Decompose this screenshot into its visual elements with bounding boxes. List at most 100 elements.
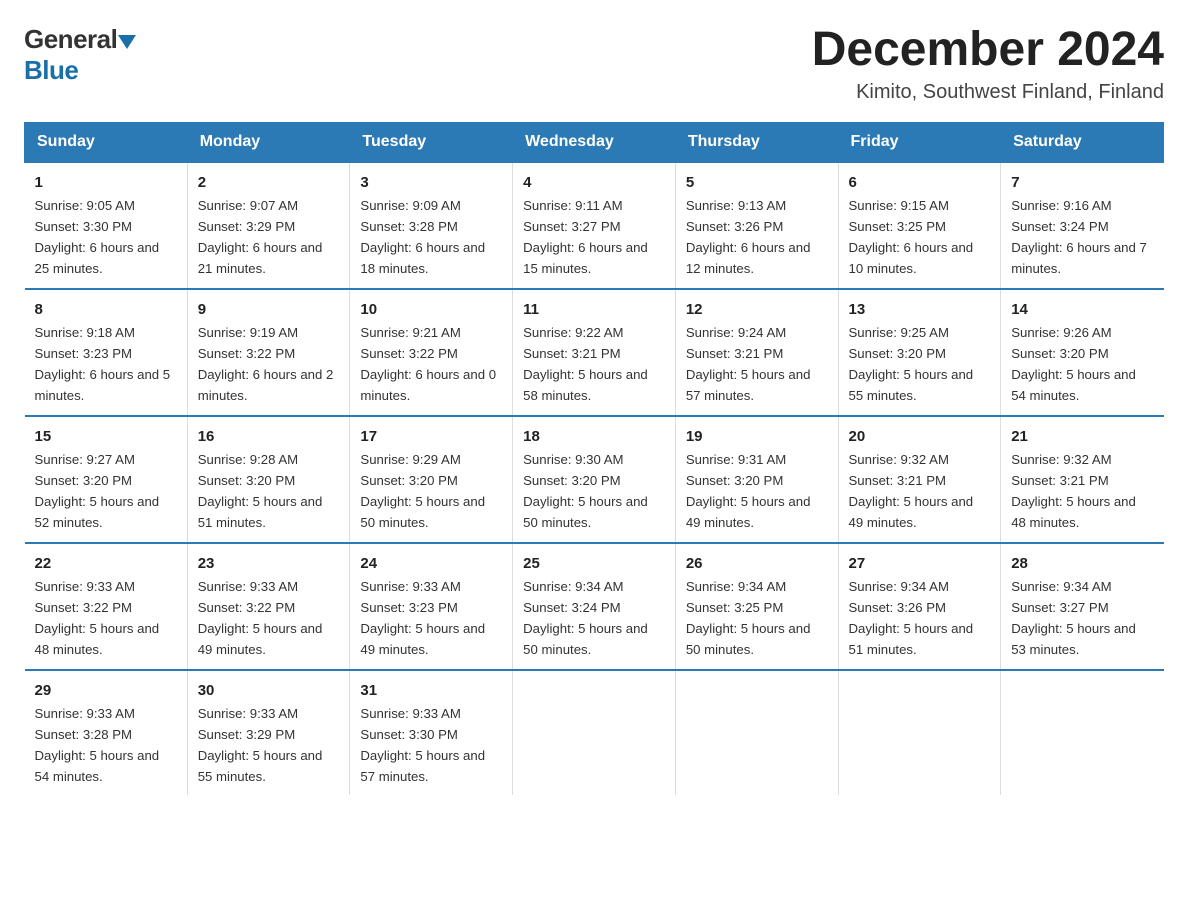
day-info: Sunrise: 9:32 AMSunset: 3:21 PMDaylight:…	[849, 452, 974, 530]
day-info: Sunrise: 9:27 AMSunset: 3:20 PMDaylight:…	[35, 452, 160, 530]
table-row: 10 Sunrise: 9:21 AMSunset: 3:22 PMDaylig…	[350, 289, 513, 416]
day-number: 20	[849, 425, 991, 448]
day-number: 1	[35, 171, 177, 194]
day-info: Sunrise: 9:26 AMSunset: 3:20 PMDaylight:…	[1011, 325, 1136, 403]
calendar-week-row: 8 Sunrise: 9:18 AMSunset: 3:23 PMDayligh…	[25, 289, 1164, 416]
page-header: General Blue December 2024 Kimito, South…	[24, 24, 1164, 104]
table-row: 16 Sunrise: 9:28 AMSunset: 3:20 PMDaylig…	[187, 416, 350, 543]
table-row: 6 Sunrise: 9:15 AMSunset: 3:25 PMDayligh…	[838, 162, 1001, 289]
header-monday: Monday	[187, 122, 350, 162]
day-number: 4	[523, 171, 665, 194]
day-number: 7	[1011, 171, 1153, 194]
day-info: Sunrise: 9:32 AMSunset: 3:21 PMDaylight:…	[1011, 452, 1136, 530]
calendar-week-row: 1 Sunrise: 9:05 AMSunset: 3:30 PMDayligh…	[25, 162, 1164, 289]
table-row: 14 Sunrise: 9:26 AMSunset: 3:20 PMDaylig…	[1001, 289, 1164, 416]
calendar-week-row: 15 Sunrise: 9:27 AMSunset: 3:20 PMDaylig…	[25, 416, 1164, 543]
day-number: 30	[198, 679, 340, 702]
table-row: 28 Sunrise: 9:34 AMSunset: 3:27 PMDaylig…	[1001, 543, 1164, 670]
logo-text-general: General	[24, 24, 117, 55]
day-number: 25	[523, 552, 665, 575]
day-number: 18	[523, 425, 665, 448]
table-row	[675, 670, 838, 796]
table-row: 15 Sunrise: 9:27 AMSunset: 3:20 PMDaylig…	[25, 416, 188, 543]
table-row: 18 Sunrise: 9:30 AMSunset: 3:20 PMDaylig…	[513, 416, 676, 543]
day-info: Sunrise: 9:34 AMSunset: 3:25 PMDaylight:…	[686, 579, 811, 657]
day-info: Sunrise: 9:21 AMSunset: 3:22 PMDaylight:…	[360, 325, 496, 403]
header-saturday: Saturday	[1001, 122, 1164, 162]
table-row	[513, 670, 676, 796]
day-info: Sunrise: 9:25 AMSunset: 3:20 PMDaylight:…	[849, 325, 974, 403]
table-row: 12 Sunrise: 9:24 AMSunset: 3:21 PMDaylig…	[675, 289, 838, 416]
table-row: 27 Sunrise: 9:34 AMSunset: 3:26 PMDaylig…	[838, 543, 1001, 670]
table-row	[838, 670, 1001, 796]
day-info: Sunrise: 9:33 AMSunset: 3:22 PMDaylight:…	[35, 579, 160, 657]
table-row: 13 Sunrise: 9:25 AMSunset: 3:20 PMDaylig…	[838, 289, 1001, 416]
day-info: Sunrise: 9:05 AMSunset: 3:30 PMDaylight:…	[35, 198, 160, 276]
header-wednesday: Wednesday	[513, 122, 676, 162]
page-title: December 2024	[812, 24, 1164, 77]
table-row: 30 Sunrise: 9:33 AMSunset: 3:29 PMDaylig…	[187, 670, 350, 796]
calendar-week-row: 29 Sunrise: 9:33 AMSunset: 3:28 PMDaylig…	[25, 670, 1164, 796]
table-row: 24 Sunrise: 9:33 AMSunset: 3:23 PMDaylig…	[350, 543, 513, 670]
header-tuesday: Tuesday	[350, 122, 513, 162]
day-number: 9	[198, 298, 340, 321]
calendar-week-row: 22 Sunrise: 9:33 AMSunset: 3:22 PMDaylig…	[25, 543, 1164, 670]
table-row: 21 Sunrise: 9:32 AMSunset: 3:21 PMDaylig…	[1001, 416, 1164, 543]
table-row: 22 Sunrise: 9:33 AMSunset: 3:22 PMDaylig…	[25, 543, 188, 670]
day-number: 5	[686, 171, 828, 194]
day-number: 29	[35, 679, 177, 702]
table-row: 1 Sunrise: 9:05 AMSunset: 3:30 PMDayligh…	[25, 162, 188, 289]
calendar-table: Sunday Monday Tuesday Wednesday Thursday…	[24, 122, 1164, 796]
day-info: Sunrise: 9:33 AMSunset: 3:29 PMDaylight:…	[198, 706, 323, 784]
table-row: 2 Sunrise: 9:07 AMSunset: 3:29 PMDayligh…	[187, 162, 350, 289]
day-info: Sunrise: 9:34 AMSunset: 3:27 PMDaylight:…	[1011, 579, 1136, 657]
day-number: 12	[686, 298, 828, 321]
day-info: Sunrise: 9:09 AMSunset: 3:28 PMDaylight:…	[360, 198, 485, 276]
day-number: 28	[1011, 552, 1153, 575]
table-row: 31 Sunrise: 9:33 AMSunset: 3:30 PMDaylig…	[350, 670, 513, 796]
day-info: Sunrise: 9:33 AMSunset: 3:28 PMDaylight:…	[35, 706, 160, 784]
table-row: 3 Sunrise: 9:09 AMSunset: 3:28 PMDayligh…	[350, 162, 513, 289]
day-number: 6	[849, 171, 991, 194]
day-number: 17	[360, 425, 502, 448]
day-info: Sunrise: 9:16 AMSunset: 3:24 PMDaylight:…	[1011, 198, 1147, 276]
table-row: 20 Sunrise: 9:32 AMSunset: 3:21 PMDaylig…	[838, 416, 1001, 543]
table-row: 8 Sunrise: 9:18 AMSunset: 3:23 PMDayligh…	[25, 289, 188, 416]
day-number: 16	[198, 425, 340, 448]
header-thursday: Thursday	[675, 122, 838, 162]
day-number: 3	[360, 171, 502, 194]
day-number: 19	[686, 425, 828, 448]
table-row: 23 Sunrise: 9:33 AMSunset: 3:22 PMDaylig…	[187, 543, 350, 670]
day-number: 27	[849, 552, 991, 575]
day-info: Sunrise: 9:22 AMSunset: 3:21 PMDaylight:…	[523, 325, 648, 403]
day-info: Sunrise: 9:34 AMSunset: 3:24 PMDaylight:…	[523, 579, 648, 657]
day-number: 23	[198, 552, 340, 575]
table-row: 25 Sunrise: 9:34 AMSunset: 3:24 PMDaylig…	[513, 543, 676, 670]
day-number: 2	[198, 171, 340, 194]
day-info: Sunrise: 9:34 AMSunset: 3:26 PMDaylight:…	[849, 579, 974, 657]
header-sunday: Sunday	[25, 122, 188, 162]
day-number: 13	[849, 298, 991, 321]
logo: General Blue	[24, 24, 136, 86]
day-number: 31	[360, 679, 502, 702]
day-info: Sunrise: 9:33 AMSunset: 3:22 PMDaylight:…	[198, 579, 323, 657]
day-info: Sunrise: 9:11 AMSunset: 3:27 PMDaylight:…	[523, 198, 648, 276]
day-info: Sunrise: 9:31 AMSunset: 3:20 PMDaylight:…	[686, 452, 811, 530]
day-number: 10	[360, 298, 502, 321]
title-block: December 2024 Kimito, Southwest Finland,…	[812, 24, 1164, 104]
table-row: 26 Sunrise: 9:34 AMSunset: 3:25 PMDaylig…	[675, 543, 838, 670]
table-row: 5 Sunrise: 9:13 AMSunset: 3:26 PMDayligh…	[675, 162, 838, 289]
day-info: Sunrise: 9:33 AMSunset: 3:23 PMDaylight:…	[360, 579, 485, 657]
day-info: Sunrise: 9:15 AMSunset: 3:25 PMDaylight:…	[849, 198, 974, 276]
table-row: 11 Sunrise: 9:22 AMSunset: 3:21 PMDaylig…	[513, 289, 676, 416]
day-info: Sunrise: 9:18 AMSunset: 3:23 PMDaylight:…	[35, 325, 171, 403]
day-info: Sunrise: 9:07 AMSunset: 3:29 PMDaylight:…	[198, 198, 323, 276]
day-number: 8	[35, 298, 177, 321]
day-number: 21	[1011, 425, 1153, 448]
day-number: 15	[35, 425, 177, 448]
day-number: 14	[1011, 298, 1153, 321]
logo-triangle-icon	[118, 31, 136, 49]
table-row: 4 Sunrise: 9:11 AMSunset: 3:27 PMDayligh…	[513, 162, 676, 289]
day-number: 22	[35, 552, 177, 575]
day-info: Sunrise: 9:29 AMSunset: 3:20 PMDaylight:…	[360, 452, 485, 530]
